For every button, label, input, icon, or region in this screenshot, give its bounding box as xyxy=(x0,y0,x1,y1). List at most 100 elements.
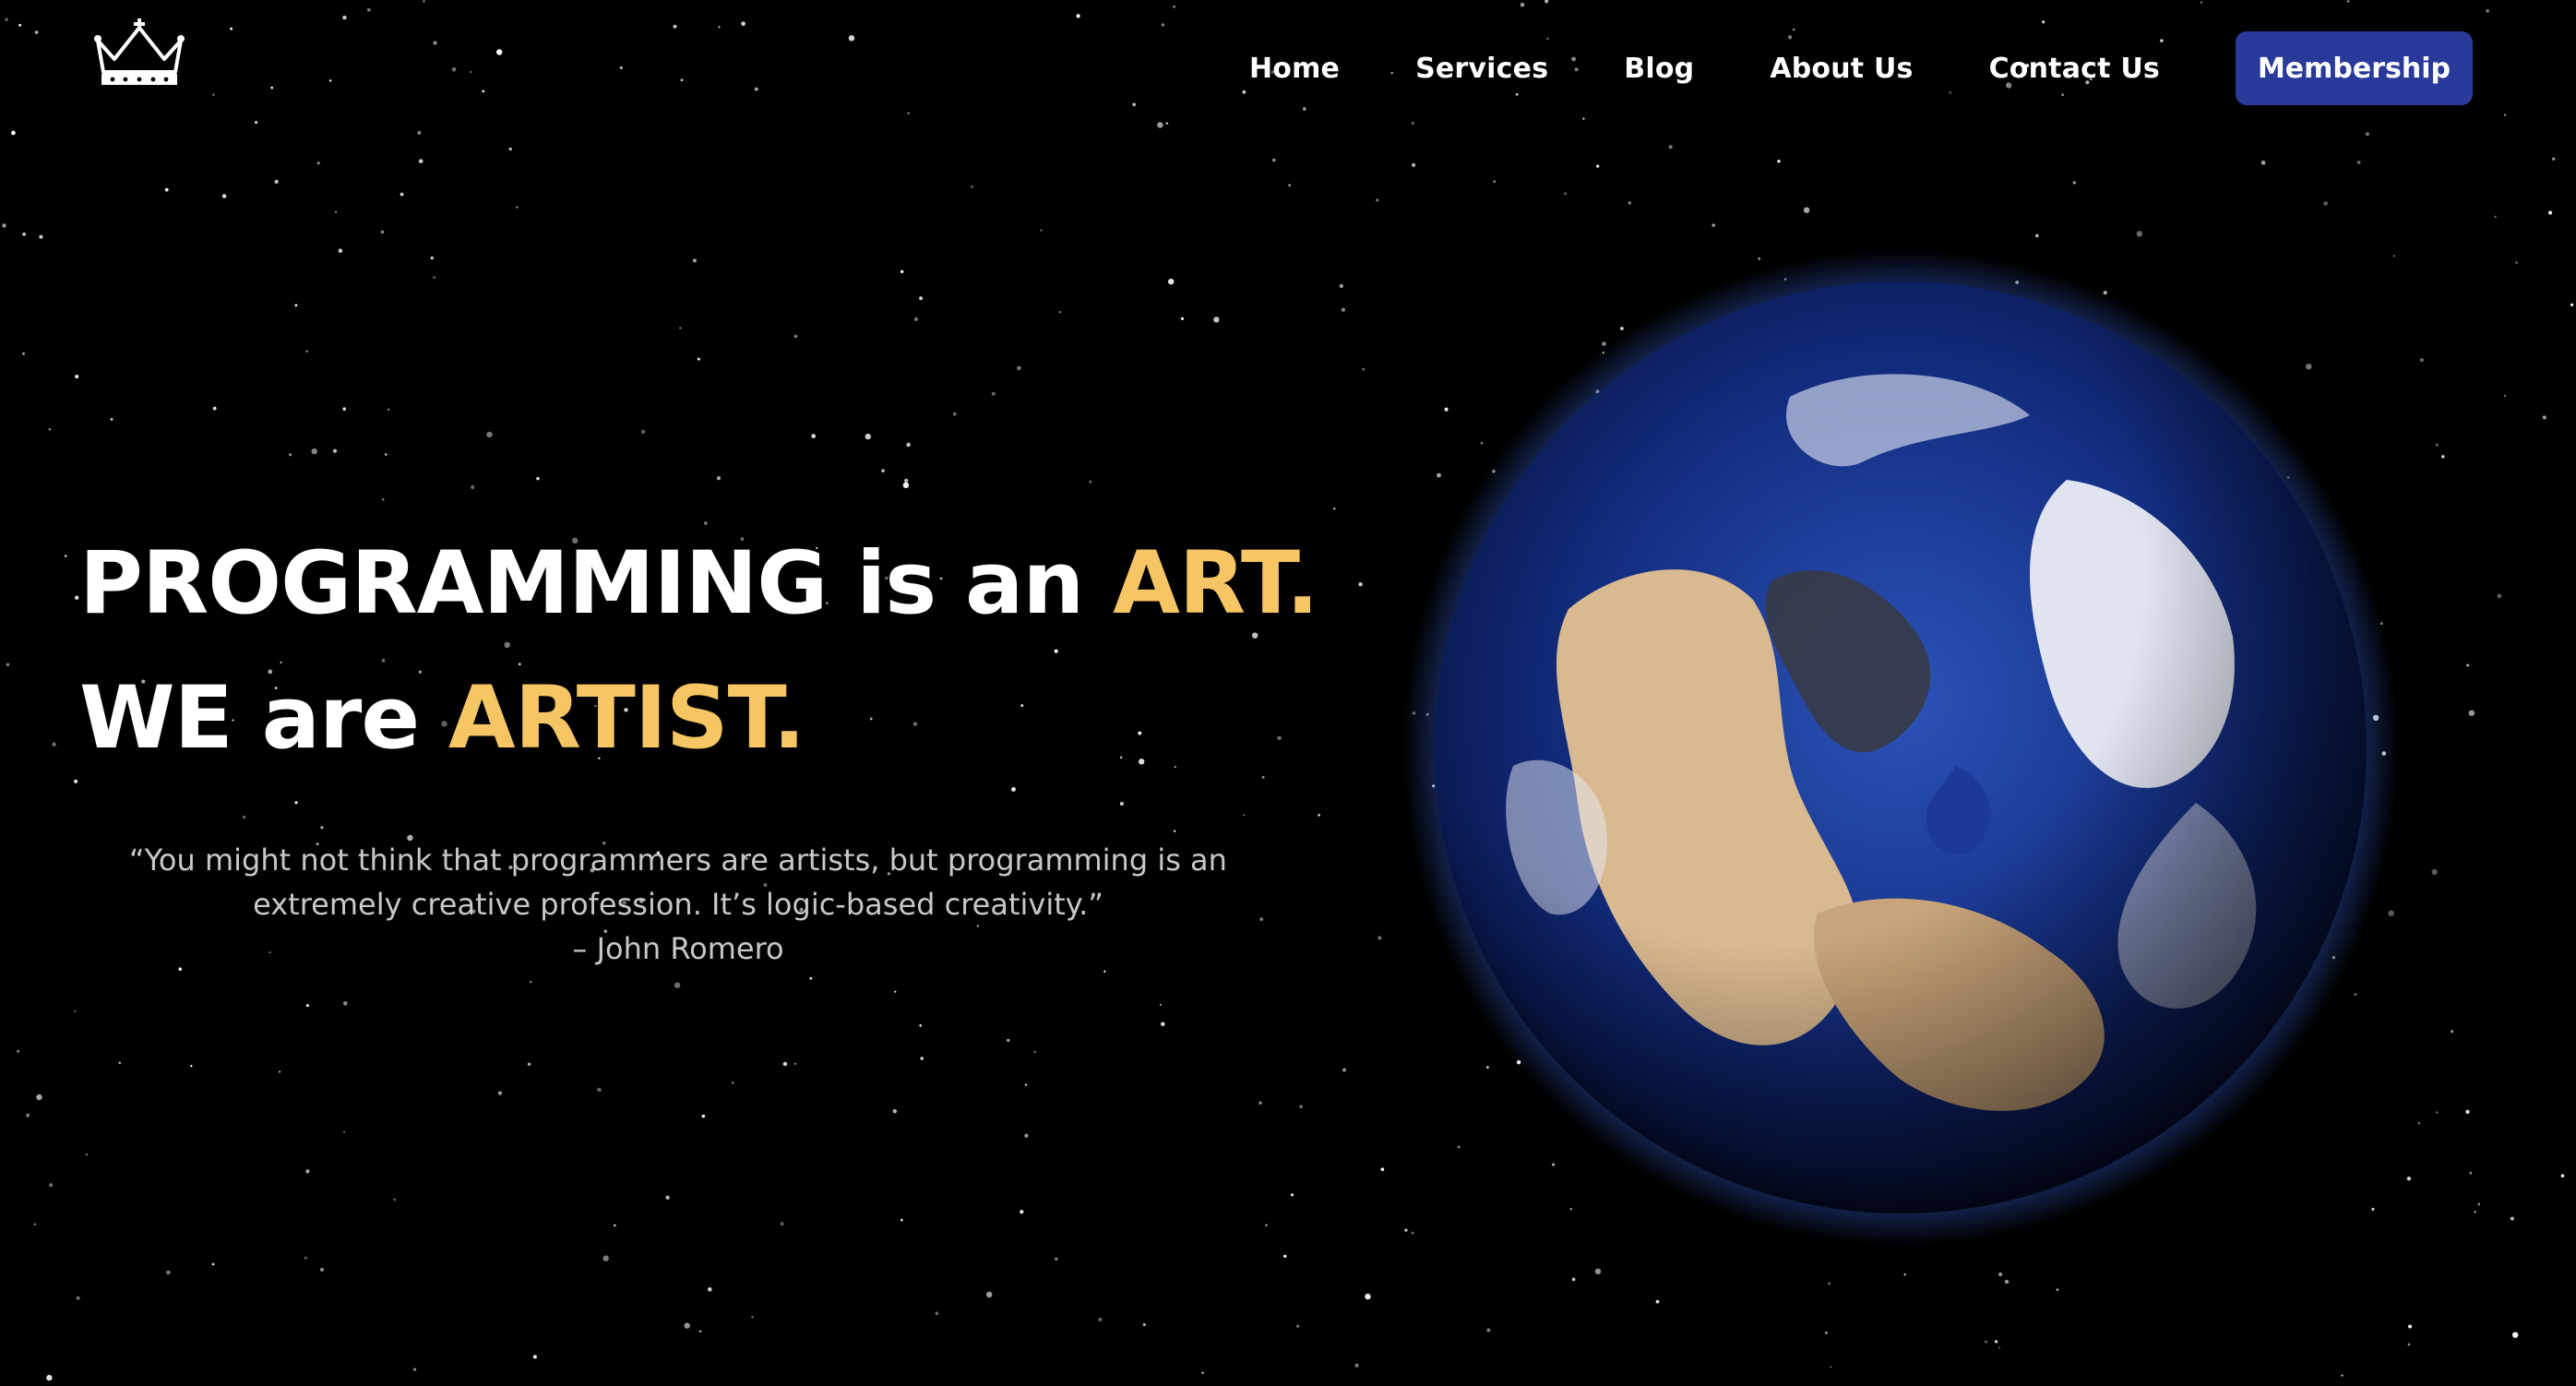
star xyxy=(1161,1022,1165,1027)
star xyxy=(920,1057,924,1060)
star xyxy=(2323,201,2328,206)
star xyxy=(294,801,298,805)
star xyxy=(413,1368,417,1371)
star xyxy=(1142,1322,1146,1327)
headline-line-1-text: PROGRAMMING is an xyxy=(79,533,1114,634)
star xyxy=(2260,161,2266,165)
star xyxy=(11,130,16,136)
star xyxy=(516,206,519,209)
star xyxy=(1024,1133,1029,1138)
star xyxy=(1174,830,1176,832)
star xyxy=(497,1091,503,1095)
star xyxy=(904,478,909,484)
star xyxy=(1998,1272,2003,1277)
star xyxy=(2542,415,2546,420)
star xyxy=(2406,1177,2412,1181)
hero-quote: “You might not think that programmers ar… xyxy=(101,838,1255,971)
star xyxy=(417,130,422,135)
star xyxy=(1296,1324,1300,1328)
main-navigation: Home Services Blog About Us Contact Us M… xyxy=(1249,0,2576,137)
star xyxy=(332,448,338,453)
star xyxy=(1299,1105,1303,1108)
star xyxy=(1213,317,1220,323)
star xyxy=(1341,307,1346,312)
star xyxy=(338,248,343,254)
star xyxy=(692,258,697,263)
nav-home[interactable]: Home xyxy=(1249,53,1340,85)
star xyxy=(809,976,813,980)
star xyxy=(1165,122,1169,125)
star xyxy=(698,1330,702,1333)
nav-services[interactable]: Services xyxy=(1415,53,1548,85)
star xyxy=(211,93,215,97)
star xyxy=(2417,1121,2421,1125)
star xyxy=(334,210,338,213)
star xyxy=(211,1262,215,1266)
star xyxy=(1098,1317,1103,1322)
star xyxy=(1411,162,1416,168)
star xyxy=(1291,1193,1294,1197)
star xyxy=(1033,1050,1036,1054)
star xyxy=(527,1062,531,1067)
star xyxy=(1017,365,1021,371)
star xyxy=(2341,1374,2343,1377)
star xyxy=(6,663,10,667)
star xyxy=(907,112,910,114)
star xyxy=(680,78,684,82)
star xyxy=(74,779,78,783)
star xyxy=(811,434,817,438)
star xyxy=(1288,184,1291,187)
star xyxy=(2,223,6,228)
star xyxy=(848,35,855,42)
star xyxy=(1985,1340,1987,1344)
star xyxy=(316,161,320,165)
star xyxy=(1339,283,1344,289)
star xyxy=(366,7,371,12)
star xyxy=(2441,455,2445,459)
nav-about-us[interactable]: About Us xyxy=(1770,53,1913,85)
star xyxy=(2072,181,2076,185)
star xyxy=(508,147,512,151)
star xyxy=(2431,868,2438,876)
star xyxy=(289,453,292,457)
star xyxy=(49,1183,54,1188)
quote-text: “You might not think that programmers ar… xyxy=(129,842,1227,922)
star xyxy=(75,375,79,379)
star xyxy=(1376,198,1379,202)
star xyxy=(1161,23,1165,27)
star xyxy=(971,185,974,188)
earth-globe-icon xyxy=(1402,249,2399,1246)
nav-contact-us[interactable]: Contact Us xyxy=(1989,53,2160,85)
star xyxy=(707,1286,712,1292)
star xyxy=(118,1061,122,1065)
star xyxy=(36,1093,42,1101)
star xyxy=(76,1296,80,1300)
star xyxy=(619,66,623,70)
star xyxy=(1824,1331,1828,1334)
star xyxy=(2469,1171,2473,1175)
star xyxy=(1358,581,1363,587)
star xyxy=(1180,317,1185,320)
star xyxy=(536,476,540,481)
star xyxy=(1040,229,1043,232)
star xyxy=(2515,261,2518,264)
star xyxy=(342,1001,348,1006)
membership-button[interactable]: Membership xyxy=(2235,31,2473,105)
star xyxy=(311,448,317,455)
star xyxy=(85,1153,89,1156)
nav-blog[interactable]: Blog xyxy=(1624,53,1694,85)
star xyxy=(1258,1101,1262,1105)
star xyxy=(190,1065,193,1068)
star xyxy=(305,350,308,352)
star xyxy=(881,469,885,472)
star xyxy=(1571,1277,1576,1282)
star xyxy=(919,296,924,301)
headline-accent-artist: ARTIST. xyxy=(447,668,805,769)
star xyxy=(221,194,227,198)
star xyxy=(400,192,404,197)
star xyxy=(18,23,22,27)
star xyxy=(793,334,798,339)
star xyxy=(164,187,169,192)
star xyxy=(381,497,385,501)
star xyxy=(1007,1038,1010,1043)
